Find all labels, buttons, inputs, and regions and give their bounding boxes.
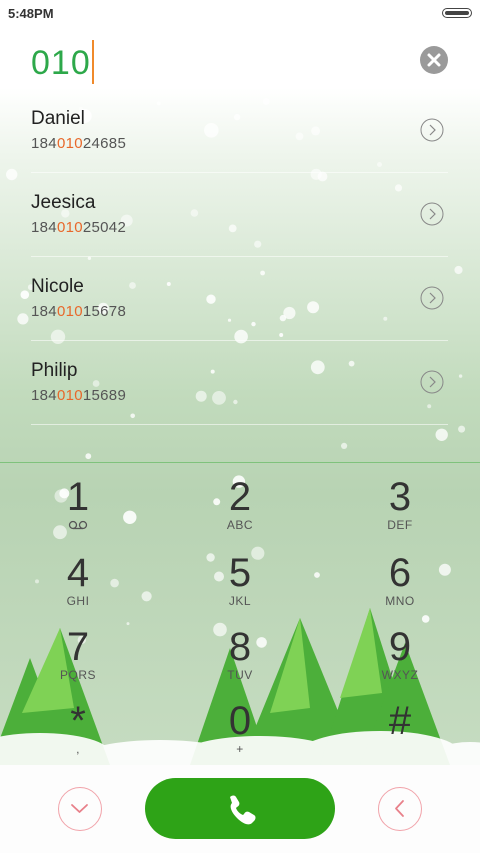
key-letters: DEF xyxy=(387,518,413,532)
key-letters: PQRS xyxy=(59,668,96,682)
key-letters: GHI xyxy=(66,594,90,608)
key-letters: MNO xyxy=(385,594,415,608)
key-digit: # xyxy=(388,699,412,743)
chevron-down-icon xyxy=(71,804,88,813)
contact-row[interactable]: Jeesica 18401025042 xyxy=(31,172,448,257)
contact-row[interactable]: Nicole 18401015678 xyxy=(31,256,448,341)
contact-row[interactable]: Daniel 18401024685 xyxy=(31,88,448,173)
key-7[interactable]: 7 PQRS xyxy=(18,626,138,682)
key-digit: 4 xyxy=(66,551,90,595)
key-4[interactable]: 4 GHI xyxy=(18,552,138,608)
key-digit: * xyxy=(70,699,86,743)
snowflake xyxy=(458,374,463,378)
clear-button[interactable] xyxy=(420,46,448,74)
key-0[interactable]: 0 + xyxy=(180,700,300,756)
call-button[interactable] xyxy=(145,778,335,839)
key-star[interactable]: * , xyxy=(18,700,138,756)
contact-number: 18401015678 xyxy=(31,303,127,320)
contact-number: 18401024685 xyxy=(31,135,127,152)
key-digit: 3 xyxy=(388,475,412,519)
snowflake xyxy=(458,425,466,433)
key-letters: + xyxy=(236,742,244,756)
snowflake xyxy=(314,572,320,578)
text-cursor xyxy=(91,40,94,84)
key-6[interactable]: 6 MNO xyxy=(340,552,460,608)
key-5[interactable]: 5 JKL xyxy=(180,552,300,608)
contact-number: 18401025042 xyxy=(31,219,127,236)
keypad-divider xyxy=(0,462,480,463)
key-letters: JKL xyxy=(228,594,252,608)
key-digit: 7 xyxy=(66,625,90,669)
dial-digits: 010 xyxy=(31,44,91,82)
snowflake xyxy=(6,168,18,181)
snowflake xyxy=(20,290,30,299)
contact-row[interactable]: Philip 18401015689 xyxy=(31,340,448,425)
status-time: 5:48PM xyxy=(8,6,54,21)
backspace-button[interactable] xyxy=(378,787,422,831)
battery-icon xyxy=(442,8,472,18)
key-digit: 5 xyxy=(228,551,252,595)
chevron-right-icon[interactable] xyxy=(420,370,444,394)
snowflake xyxy=(454,265,463,275)
contact-name: Nicole xyxy=(31,276,84,297)
snowflake xyxy=(341,442,348,449)
key-digit: 9 xyxy=(388,625,412,669)
key-9[interactable]: 9 WXYZ xyxy=(340,626,460,682)
contact-number: 18401015689 xyxy=(31,387,127,404)
status-bar: 5:48PM xyxy=(0,0,480,28)
dial-input[interactable]: 010 xyxy=(31,40,94,84)
key-1[interactable]: 1 xyxy=(18,476,138,536)
snowflake xyxy=(85,453,92,460)
contact-name: Jeesica xyxy=(31,192,96,213)
chevron-left-icon xyxy=(395,800,404,817)
chevron-right-icon[interactable] xyxy=(420,118,444,142)
contact-name: Philip xyxy=(31,360,78,381)
dialer-action-bar xyxy=(0,765,480,853)
phone-icon xyxy=(230,795,256,825)
hide-keypad-button[interactable] xyxy=(58,787,102,831)
key-8[interactable]: 8 TUV xyxy=(180,626,300,682)
key-3[interactable]: 3 DEF xyxy=(340,476,460,532)
key-2[interactable]: 2 ABC xyxy=(180,476,300,532)
key-digit: 2 xyxy=(228,475,252,519)
key-digit: 8 xyxy=(228,625,252,669)
snowflake xyxy=(17,313,29,325)
key-digit: 6 xyxy=(388,551,412,595)
chevron-right-icon[interactable] xyxy=(420,202,444,226)
key-hash[interactable]: # xyxy=(340,700,460,742)
dialer-content: Daniel 18401024685 Jeesica 18401025042 N… xyxy=(0,88,480,765)
key-letters: TUV xyxy=(227,668,253,682)
snowflake xyxy=(435,428,448,441)
voicemail-icon xyxy=(68,520,88,530)
key-letters: ABC xyxy=(226,518,254,532)
chevron-right-icon[interactable] xyxy=(420,286,444,310)
key-letters: WXYZ xyxy=(381,668,419,682)
key-letters: , xyxy=(76,742,80,756)
key-digit: 1 xyxy=(66,475,90,519)
contact-name: Daniel xyxy=(31,108,85,129)
key-digit: 0 xyxy=(228,699,252,743)
clear-icon xyxy=(427,53,441,67)
dial-input-bar: 010 xyxy=(0,28,480,89)
